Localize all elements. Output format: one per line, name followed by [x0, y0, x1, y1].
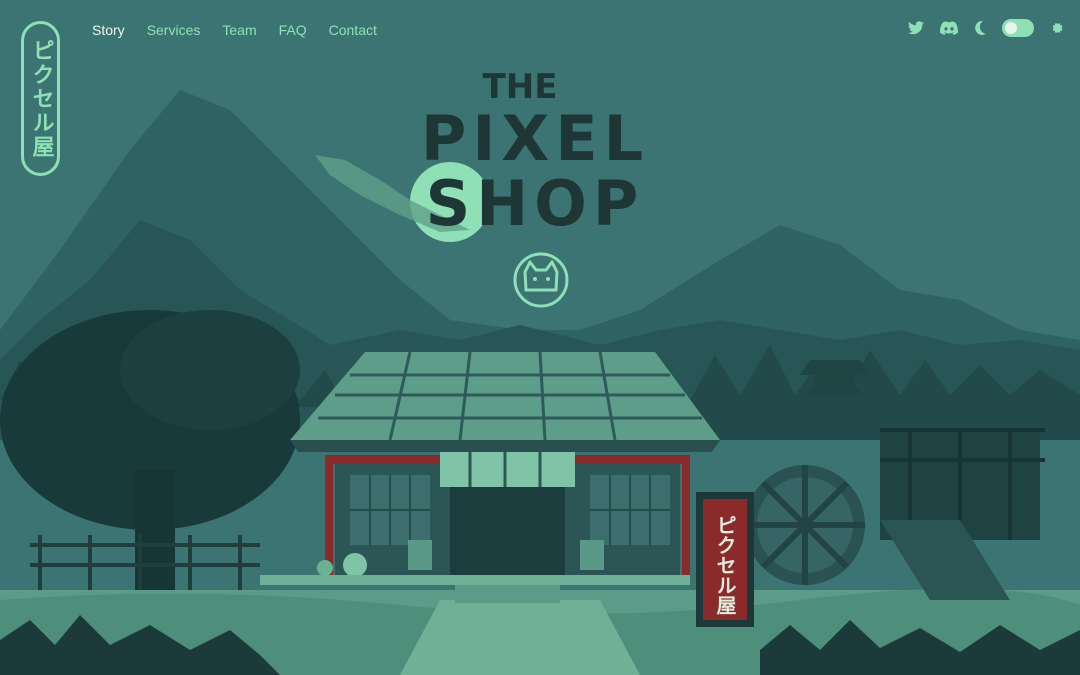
twitter-icon[interactable]	[908, 21, 924, 35]
discord-icon[interactable]	[940, 21, 958, 35]
logo-badge[interactable]: ピクセル屋	[21, 21, 60, 176]
shop-sign-text: ピクセル屋	[713, 515, 737, 616]
nav-faq[interactable]: FAQ	[279, 20, 307, 40]
title-pixel: PIXEL	[421, 102, 649, 175]
nav-team[interactable]: Team	[222, 20, 256, 40]
title-shop: SHOP	[426, 167, 645, 240]
nav-story[interactable]: Story	[92, 20, 125, 40]
gear-icon[interactable]	[1050, 21, 1064, 35]
theme-toggle[interactable]	[1002, 19, 1034, 37]
nav-services[interactable]: Services	[147, 20, 201, 40]
hero-illustration: ピクセル屋 THE PIXEL SHOP	[0, 0, 1080, 675]
nav-contact[interactable]: Contact	[329, 20, 377, 40]
moon-icon[interactable]	[974, 21, 986, 35]
logo-text: ピクセル屋	[28, 38, 54, 159]
main-nav: Story Services Team FAQ Contact	[92, 20, 377, 40]
title-the: THE	[483, 67, 558, 107]
header-actions	[908, 19, 1064, 37]
